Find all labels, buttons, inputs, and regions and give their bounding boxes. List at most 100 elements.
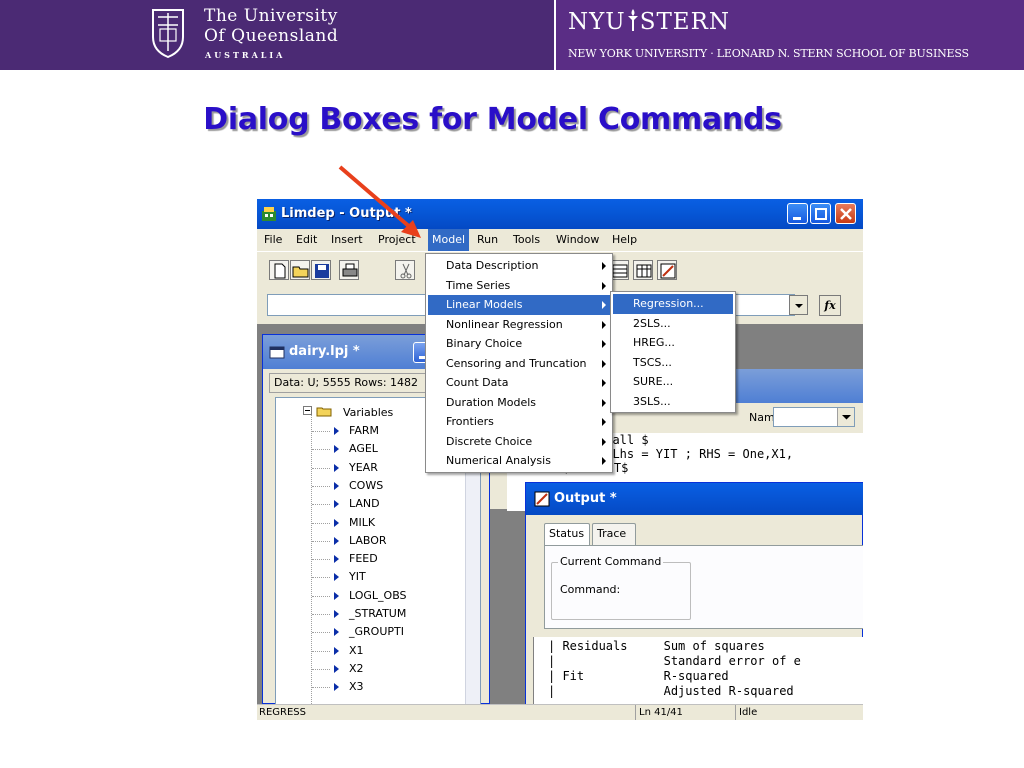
menu-file[interactable]: File bbox=[260, 229, 286, 251]
name-dropdown[interactable] bbox=[773, 407, 855, 427]
tree-connector bbox=[312, 614, 330, 615]
nyu-stern-logo: NYU STERN bbox=[568, 8, 730, 35]
tab-trace[interactable]: Trace bbox=[592, 523, 636, 545]
print-icon bbox=[342, 263, 358, 277]
command-label: Command: bbox=[560, 583, 621, 596]
menu-item-count-data[interactable]: Count Data bbox=[428, 373, 610, 393]
new-document-icon bbox=[274, 263, 286, 279]
menu-item-time-series[interactable]: Time Series bbox=[428, 276, 610, 296]
menu-item-censoring-truncation[interactable]: Censoring and Truncation bbox=[428, 354, 610, 374]
output-icon bbox=[534, 491, 550, 507]
table-button[interactable] bbox=[633, 260, 653, 280]
variable-arrow-icon bbox=[334, 536, 339, 545]
variable-arrow-icon bbox=[334, 518, 339, 527]
close-button[interactable] bbox=[835, 203, 856, 224]
variable-label: X3 bbox=[349, 680, 364, 694]
variable-arrow-icon bbox=[334, 573, 339, 582]
maximize-button[interactable] bbox=[810, 203, 831, 224]
formula-dropdown[interactable] bbox=[789, 295, 808, 315]
menu-item-tscs[interactable]: TSCS... bbox=[613, 353, 733, 373]
minimize-button[interactable] bbox=[787, 203, 808, 224]
variable-label: COWS bbox=[349, 478, 384, 492]
save-button[interactable] bbox=[311, 260, 331, 280]
menu-item-sure[interactable]: SURE... bbox=[613, 372, 733, 392]
tab-status[interactable]: Status bbox=[544, 523, 590, 545]
submenu-arrow-icon bbox=[602, 340, 606, 348]
status-state: Idle bbox=[735, 705, 863, 720]
tree-connector bbox=[312, 632, 330, 634]
model-menu: Data Description Time Series Linear Mode… bbox=[425, 253, 613, 473]
menu-item-data-description[interactable]: Data Description bbox=[428, 256, 610, 276]
open-button[interactable] bbox=[290, 260, 310, 280]
chart-button[interactable] bbox=[657, 260, 677, 280]
menu-window[interactable]: Window bbox=[552, 229, 603, 251]
menu-help[interactable]: Help bbox=[608, 229, 641, 251]
menu-item-label: Data Description bbox=[446, 259, 539, 272]
output-line: | Fit R-squared bbox=[548, 669, 729, 683]
output-titlebar[interactable]: Output * bbox=[526, 483, 863, 515]
output-line: | Residuals Sum of squares bbox=[548, 639, 765, 653]
uq-banner: The University Of Queensland AUSTRALIA bbox=[0, 0, 554, 70]
uq-line-1: The University bbox=[204, 6, 338, 26]
print-button[interactable] bbox=[339, 260, 359, 280]
submenu-arrow-icon bbox=[602, 281, 606, 290]
variable-label: MILK bbox=[349, 515, 376, 529]
menu-model[interactable]: Model bbox=[428, 229, 470, 251]
output-line: | Standard error of e bbox=[548, 654, 801, 668]
status-bar: REGRESS Ln 41/41 Idle bbox=[257, 704, 863, 720]
linear-models-submenu: Regression... 2SLS... HREG... TSCS... SU… bbox=[610, 291, 736, 413]
submenu-arrow-icon bbox=[602, 437, 606, 446]
tree-connector bbox=[312, 595, 330, 597]
menu-item-numerical-analysis[interactable]: Numerical Analysis bbox=[428, 451, 610, 471]
new-button[interactable] bbox=[269, 260, 289, 280]
variables-node[interactable]: Variables bbox=[303, 404, 393, 422]
menu-item-label: Discrete Choice bbox=[446, 434, 533, 448]
chevron-down-icon bbox=[795, 304, 803, 308]
limdep-app-icon bbox=[262, 207, 276, 221]
menu-item-hreg[interactable]: HREG... bbox=[613, 333, 733, 353]
save-icon bbox=[315, 264, 329, 278]
variables-label: Variables bbox=[343, 406, 394, 419]
variable-label: LAND bbox=[349, 497, 380, 511]
cut-icon bbox=[400, 263, 412, 279]
submenu-arrow-icon bbox=[602, 359, 606, 368]
chevron-down-icon bbox=[842, 415, 851, 420]
annotation-arrow-icon bbox=[338, 165, 421, 238]
chart-icon bbox=[660, 263, 676, 279]
menu-item-frontiers[interactable]: Frontiers bbox=[428, 412, 610, 432]
submenu-arrow-icon bbox=[602, 418, 606, 426]
cut-button[interactable] bbox=[395, 260, 415, 280]
current-command-group: Current Command Command: bbox=[551, 555, 691, 620]
menu-item-binary-choice[interactable]: Binary Choice bbox=[428, 334, 610, 354]
uq-name: The University Of Queensland bbox=[204, 6, 338, 46]
menu-item-discrete-choice[interactable]: Discrete Choice bbox=[428, 432, 610, 452]
menu-item-2sls[interactable]: 2SLS... bbox=[613, 314, 733, 334]
variable-label: LABOR bbox=[349, 533, 387, 547]
menu-item-label: Frontiers bbox=[446, 415, 494, 428]
menu-item-label: Binary Choice bbox=[446, 337, 523, 350]
menu-item-regression[interactable]: Regression... bbox=[613, 294, 733, 314]
menu-item-linear-models[interactable]: Linear Models bbox=[428, 295, 610, 315]
nyu-stern-banner: NYU STERN NEW YORK UNIVERSITY · LEONARD N… bbox=[554, 0, 1024, 70]
tree-connector bbox=[312, 577, 330, 579]
function-button[interactable]: fx bbox=[819, 295, 841, 316]
menu-item-label: Time Series bbox=[446, 278, 511, 292]
menu-item-duration-models[interactable]: Duration Models bbox=[428, 393, 610, 413]
close-icon bbox=[840, 208, 852, 220]
menu-edit[interactable]: Edit bbox=[292, 229, 321, 251]
tree-connector bbox=[312, 559, 330, 561]
variable-arrow-icon bbox=[334, 628, 339, 637]
open-folder-icon bbox=[292, 266, 309, 278]
variable-arrow-icon bbox=[334, 427, 339, 435]
menu-item-3sls[interactable]: 3SLS... bbox=[613, 392, 733, 412]
variable-label: AGEL bbox=[349, 442, 378, 456]
tree-connector bbox=[312, 522, 330, 524]
name-dropdown-arrow[interactable] bbox=[837, 408, 854, 426]
menu-item-nonlinear-regression[interactable]: Nonlinear Regression bbox=[428, 315, 610, 335]
variable-arrow-icon bbox=[334, 683, 339, 692]
menu-run[interactable]: Run bbox=[473, 229, 502, 251]
variable-arrow-icon bbox=[334, 445, 339, 454]
tree-connector bbox=[312, 540, 330, 542]
menu-tools[interactable]: Tools bbox=[509, 229, 544, 251]
menu-item-label: Nonlinear Regression bbox=[446, 317, 563, 331]
